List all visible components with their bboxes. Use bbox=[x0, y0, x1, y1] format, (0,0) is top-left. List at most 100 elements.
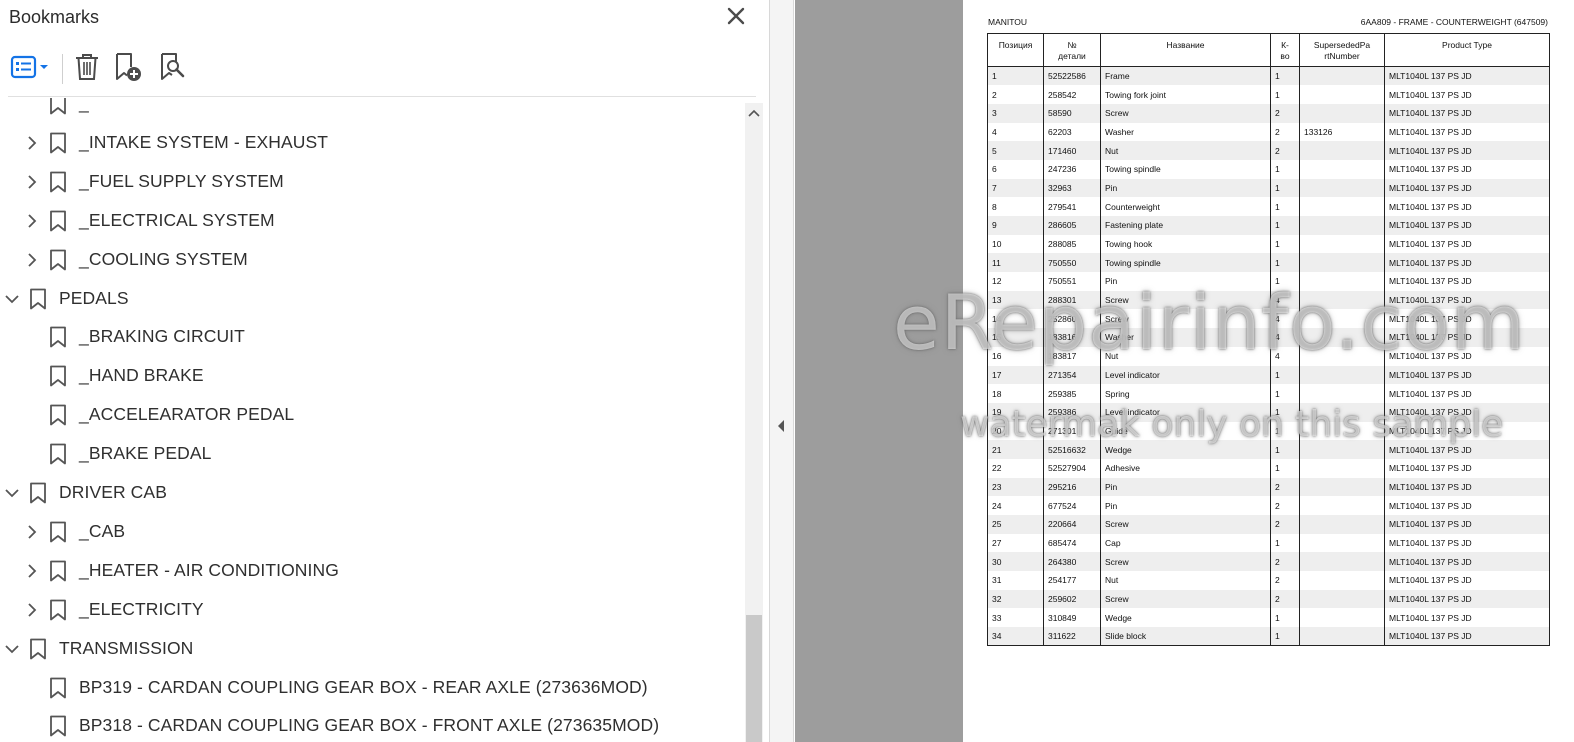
table-cell: Screw bbox=[1100, 515, 1271, 534]
bookmark-label: _COOLING SYSTEM bbox=[79, 248, 248, 269]
table-cell: Level indicator bbox=[1100, 365, 1271, 385]
collapse-left-icon[interactable] bbox=[776, 418, 786, 434]
bookmark-icon bbox=[49, 98, 67, 115]
bookmark-label: _INTAKE SYSTEM - EXHAUST bbox=[79, 131, 329, 152]
table-cell: 1 bbox=[1270, 216, 1300, 235]
table-cell: MLT1040L 137 PS JD bbox=[1384, 85, 1550, 104]
table-cell: MLT1040L 137 PS JD bbox=[1384, 197, 1550, 216]
table-cell: MLT1040L 137 PS JD bbox=[1384, 159, 1550, 179]
table-cell bbox=[1299, 159, 1385, 179]
table-row: 4 62203 Washer 2 133126 MLT1040L 137 PS JD bbox=[987, 122, 1550, 142]
scroll-up-icon[interactable] bbox=[745, 107, 763, 121]
bookmark-item[interactable]: _ELECTRICAL SYSTEM bbox=[0, 201, 744, 240]
table-cell: 1 bbox=[1270, 66, 1300, 86]
bookmark-item[interactable]: _COOLING SYSTEM bbox=[0, 240, 744, 279]
table-cell bbox=[1299, 627, 1385, 647]
chevron-right-icon[interactable] bbox=[24, 524, 40, 540]
table-cell: Screw bbox=[1100, 589, 1271, 609]
table-cell: MLT1040L 137 PS JD bbox=[1384, 141, 1550, 160]
panel-splitter[interactable] bbox=[770, 0, 794, 742]
table-row: 8 279541 Counterweight 1 MLT1040L 137 PS JD bbox=[987, 197, 1550, 216]
bookmarks-scrollbar[interactable] bbox=[745, 103, 763, 742]
table-row: 1 52522586 Frame 1 MLT1040L 137 PS JD bbox=[987, 66, 1550, 86]
bookmark-item[interactable]: _ELECTRICITY bbox=[0, 590, 744, 629]
bookmark-label: PEDALS bbox=[59, 287, 129, 308]
bookmark-item[interactable]: _HAND BRAKE bbox=[0, 356, 744, 395]
table-cell: 3 bbox=[987, 103, 1044, 123]
scrollbar-thumb[interactable] bbox=[746, 615, 762, 742]
bookmark-item[interactable]: _INTAKE SYSTEM - EXHAUST bbox=[0, 123, 744, 162]
bookmark-item[interactable]: _CAB bbox=[0, 512, 744, 551]
bookmark-item[interactable]: BP319 - CARDAN COUPLING GEAR BOX - REAR … bbox=[0, 668, 744, 707]
bookmark-icon bbox=[49, 521, 67, 543]
table-cell: 30 bbox=[987, 552, 1044, 572]
chevron-right-icon[interactable] bbox=[24, 563, 40, 579]
chevron-right-icon[interactable] bbox=[24, 135, 40, 151]
delete-bookmark-button[interactable] bbox=[70, 52, 104, 86]
table-cell: 288085 bbox=[1043, 234, 1101, 254]
bookmark-item[interactable]: DRIVER CAB bbox=[0, 473, 744, 512]
table-cell: 1 bbox=[1270, 458, 1300, 478]
table-cell bbox=[1299, 216, 1385, 235]
table-cell bbox=[1299, 477, 1385, 497]
table-cell bbox=[1299, 253, 1385, 273]
table-cell: MLT1040L 137 PS JD bbox=[1384, 552, 1550, 572]
bookmark-icon bbox=[49, 560, 67, 582]
find-bookmark-button[interactable] bbox=[154, 52, 190, 86]
watermark-subtext: watermak only on this sample bbox=[960, 404, 1504, 445]
column-header: SupersededPa rtNumber bbox=[1299, 33, 1385, 67]
table-row: 30 264380 Screw 2 MLT1040L 137 PS JD bbox=[987, 552, 1550, 572]
chevron-right-icon[interactable] bbox=[24, 252, 40, 268]
table-row: 23 295216 Pin 2 MLT1040L 137 PS JD bbox=[987, 477, 1550, 497]
table-cell: 1 bbox=[1270, 85, 1300, 104]
table-cell: Nut bbox=[1100, 141, 1271, 160]
table-cell: 310849 bbox=[1043, 608, 1101, 628]
bookmark-icon bbox=[49, 404, 67, 426]
chevron-down-icon[interactable] bbox=[4, 485, 20, 501]
table-cell: Cap bbox=[1100, 533, 1271, 553]
table-cell: 1 bbox=[1270, 197, 1300, 216]
table-cell bbox=[1299, 85, 1385, 104]
table-cell: 311622 bbox=[1043, 627, 1101, 647]
table-cell: MLT1040L 137 PS JD bbox=[1384, 178, 1550, 198]
bookmark-item[interactable]: _ACCELEARATOR PEDAL bbox=[0, 395, 744, 434]
close-icon[interactable] bbox=[724, 4, 748, 28]
bookmark-item[interactable]: PEDALS bbox=[0, 279, 744, 318]
bookmark-icon bbox=[49, 326, 67, 348]
bookmark-icon bbox=[49, 677, 67, 699]
table-cell: MLT1040L 137 PS JD bbox=[1384, 627, 1550, 647]
add-bookmark-button[interactable] bbox=[110, 52, 146, 86]
table-cell: MLT1040L 137 PS JD bbox=[1384, 533, 1550, 553]
table-cell: 295216 bbox=[1043, 477, 1101, 497]
bookmark-item[interactable]: _FUEL SUPPLY SYSTEM bbox=[0, 162, 744, 201]
table-cell: 1 bbox=[1270, 533, 1300, 553]
bookmark-item[interactable]: _HEATER - AIR CONDITIONING bbox=[0, 551, 744, 590]
table-cell: Counterweight bbox=[1100, 197, 1271, 216]
table-cell bbox=[1299, 458, 1385, 478]
options-button[interactable] bbox=[8, 52, 54, 86]
bookmark-label: _ bbox=[79, 98, 89, 113]
table-cell: Wedge bbox=[1100, 608, 1271, 628]
bookmark-item[interactable]: TRANSMISSION bbox=[0, 629, 744, 668]
table-cell: Towing spindle bbox=[1100, 159, 1271, 179]
table-cell: MLT1040L 137 PS JD bbox=[1384, 103, 1550, 123]
chevron-right-icon[interactable] bbox=[24, 602, 40, 618]
table-cell: Nut bbox=[1100, 571, 1271, 590]
table-cell: 247236 bbox=[1043, 159, 1101, 179]
table-cell: 685474 bbox=[1043, 533, 1101, 553]
bookmark-label: BP318 - CARDAN COUPLING GEAR BOX - FRONT… bbox=[79, 715, 660, 736]
bookmark-item[interactable]: _BRAKE PEDAL bbox=[0, 434, 744, 473]
chevron-right-icon[interactable] bbox=[24, 174, 40, 190]
bookmark-item[interactable]: _BRAKING CIRCUIT bbox=[0, 317, 744, 356]
table-cell bbox=[1299, 608, 1385, 628]
table-cell bbox=[1299, 178, 1385, 198]
chevron-down-icon[interactable] bbox=[4, 291, 20, 307]
bookmark-label: BP319 - CARDAN COUPLING GEAR BOX - REAR … bbox=[79, 676, 648, 697]
chevron-down-icon[interactable] bbox=[4, 641, 20, 657]
chevron-right-icon[interactable] bbox=[24, 213, 40, 229]
table-cell bbox=[1299, 197, 1385, 216]
bookmark-tree: _ _INTAKE SYSTEM - EXHAUST _FUEL SUPPLY SY… bbox=[0, 98, 744, 742]
bookmark-item[interactable]: _ bbox=[0, 98, 744, 123]
bookmark-item[interactable]: BP318 - CARDAN COUPLING GEAR BOX - FRONT… bbox=[0, 706, 744, 742]
table-cell: Slide block bbox=[1100, 627, 1271, 647]
